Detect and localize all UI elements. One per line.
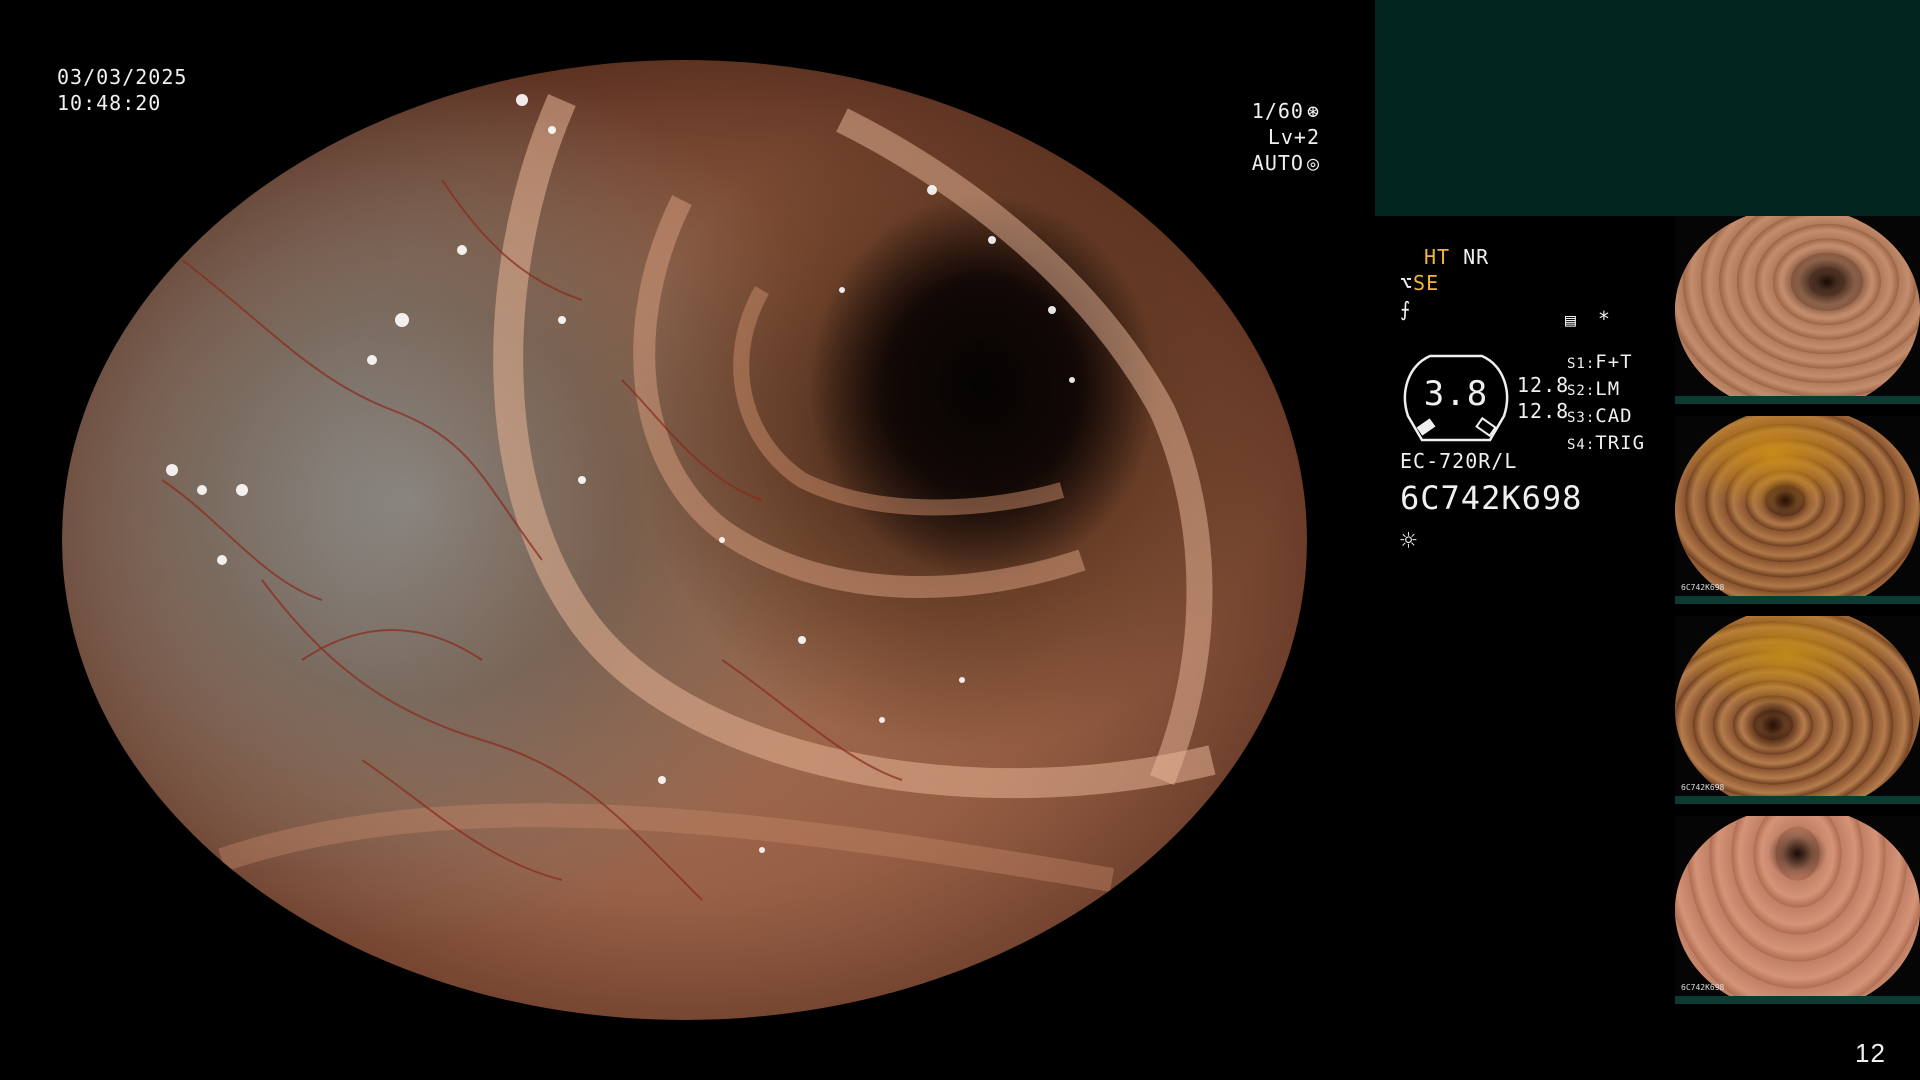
time-text: 10:48:20 <box>57 91 162 115</box>
thumbnail-image <box>1675 416 1920 604</box>
date-text: 03/03/2025 <box>57 65 188 89</box>
date-time-display: 03/03/2025 10:48:20 <box>57 64 187 116</box>
setting-row-3: S3:CAD <box>1567 405 1633 427</box>
thumbnail-caption-bar <box>1675 396 1920 404</box>
thumbnail-image <box>1675 216 1920 404</box>
brightness-gauge: 3.8 <box>1400 352 1512 444</box>
memory-icon: ▤ <box>1565 310 1577 331</box>
mode-nr: NR <box>1463 245 1490 269</box>
thumbnail-caption-bar <box>1675 596 1920 604</box>
setting-row-1: S1:F+T <box>1567 351 1633 373</box>
thumbnail-3[interactable]: 6C742K698 <box>1675 616 1920 804</box>
endoscope-view <box>62 60 1307 1020</box>
auto-iris-icon: ◎ <box>1306 151 1320 175</box>
info-panel-header <box>1375 0 1920 216</box>
thumbnail-caption: 6C742K698 <box>1681 583 1725 592</box>
settings-list: S1:F+T S2:LM S3:CAD S4:TRIG <box>1567 350 1645 458</box>
gauge-top-value: 12.8 <box>1517 373 1570 397</box>
shutter-icon: ⊛ <box>1306 99 1320 123</box>
setting-row-4: S4:TRIG <box>1567 432 1646 454</box>
asterisk-mark: * <box>1597 307 1611 331</box>
thumbnail-image <box>1675 816 1920 1004</box>
thumbnail-image <box>1675 616 1920 804</box>
shutter-speed: 1/60 <box>1251 99 1304 123</box>
scope-serial: 6C742K698 <box>1400 479 1583 517</box>
thumbnail-caption-bar <box>1675 796 1920 804</box>
exposure-info: 1/60 ⊛ Lv+2 AUTO ◎ <box>1195 98 1320 176</box>
thumbnail-1[interactable] <box>1675 216 1920 404</box>
thumbnail-caption-bar <box>1675 996 1920 1004</box>
memory-indicator: ▤ * <box>1565 306 1611 334</box>
exposure-mode: AUTO <box>1251 151 1304 175</box>
gauge-value: 3.8 <box>1423 374 1489 414</box>
thumbnail-2[interactable]: 6C742K698 <box>1675 416 1920 604</box>
mode-se: SE <box>1413 271 1440 295</box>
thumbnail-caption: 6C742K698 <box>1681 983 1725 992</box>
scope-model: EC-720R/L <box>1400 449 1518 473</box>
gauge-bottom-value: 12.8 <box>1517 399 1570 423</box>
mode-indicators: HT NR ⌥SE ⨍ <box>1400 244 1489 322</box>
thumbnail-caption: 6C742K698 <box>1681 783 1725 792</box>
page-number: 12 <box>1855 1038 1886 1068</box>
gauge-scale-values: 12.8 12.8 <box>1517 372 1569 424</box>
setting-row-2: S2:LM <box>1567 378 1621 400</box>
color-mode-icon: ⨍ <box>1400 297 1412 321</box>
light-icon: ☼ <box>1400 524 1418 557</box>
mode-ht: HT <box>1424 245 1451 269</box>
thumbnail-4[interactable]: 6C742K698 <box>1675 816 1920 1004</box>
exposure-level: Lv+2 <box>1267 125 1320 149</box>
structure-enhance-icon: ⌥ <box>1400 271 1414 295</box>
mucosa-texture <box>161 93 1216 944</box>
